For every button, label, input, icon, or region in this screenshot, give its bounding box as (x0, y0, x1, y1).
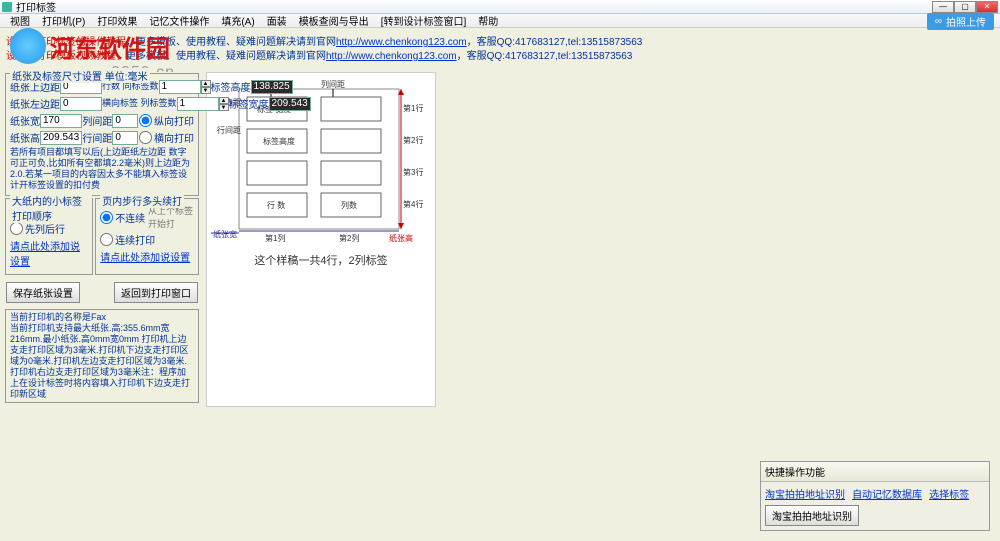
svg-text:第1行: 第1行 (403, 103, 423, 113)
paper-label-size-group: 纸张及标签尺寸设置 单位:毫米 纸张上边距 行数 同标签数 ▲▼ 标签高度 纸张… (5, 73, 199, 196)
svg-text:第1列: 第1列 (265, 233, 285, 243)
maximize-button[interactable]: ▢ (954, 1, 976, 13)
svg-text:纸张宽: 纸张宽 (213, 229, 237, 239)
row-gap-input[interactable] (112, 131, 138, 145)
menu-print-effect[interactable]: 打印效果 (91, 13, 143, 28)
svg-text:第4行: 第4行 (403, 199, 423, 209)
paper-width-input[interactable] (40, 114, 82, 128)
svg-text:纸张高: 纸张高 (389, 233, 413, 243)
menu-memory-file[interactable]: 记忆文件操作 (143, 13, 215, 28)
col-gap-input[interactable] (112, 114, 138, 128)
rows-down[interactable]: ▼ (201, 87, 211, 94)
svg-text:列间距: 列间距 (321, 79, 345, 89)
svg-text:标签高度: 标签高度 (263, 136, 295, 146)
rows-input[interactable] (159, 80, 201, 94)
svg-text:第3行: 第3行 (403, 167, 423, 177)
quick-link-taobao[interactable]: 淘宝拍拍地址识别 (765, 490, 845, 501)
svg-text:列数: 列数 (341, 200, 357, 210)
paper-height-input[interactable] (40, 131, 82, 145)
paper-left-margin-input[interactable] (60, 97, 102, 111)
portrait-radio[interactable] (139, 114, 152, 127)
menu-template-export[interactable]: 模板查阅与导出 (293, 13, 375, 28)
landscape-radio[interactable] (139, 131, 152, 144)
order-settings-link[interactable]: 请点此处添加说设置 (10, 238, 88, 268)
svg-text:第2行: 第2行 (403, 135, 423, 145)
menu-goto-design[interactable]: [转到设计标签窗口] (375, 13, 473, 28)
quick-taobao-button[interactable]: 淘宝拍拍地址识别 (765, 505, 859, 526)
share-icon: ∞ (935, 16, 942, 27)
window-title: 打印标签 (16, 0, 56, 14)
tag-width-input[interactable] (269, 97, 311, 111)
return-print-window-button[interactable]: 返回到打印窗口 (114, 282, 198, 303)
menu-help[interactable]: 帮助 (472, 13, 504, 28)
quick-panel-title: 快捷操作功能 (761, 462, 989, 482)
close-button[interactable]: ✕ (976, 1, 998, 13)
no-continue-radio[interactable] (100, 211, 113, 224)
tag-height-input[interactable] (251, 80, 293, 94)
cols-up[interactable]: ▲ (219, 97, 229, 104)
rows-up[interactable]: ▲ (201, 80, 211, 87)
menu-view[interactable]: 视图 (4, 13, 36, 28)
menu-face[interactable]: 面装 (261, 13, 293, 28)
quick-actions-panel: 快捷操作功能 淘宝拍拍地址识别 自动记忆数据库 选择标签 淘宝拍拍地址识别 (760, 461, 990, 531)
cols-input[interactable] (177, 97, 219, 111)
cols-down[interactable]: ▼ (219, 104, 229, 111)
official-link-1[interactable]: http://www.chenkong123.com (336, 37, 467, 48)
order-col-first-radio[interactable] (10, 222, 23, 235)
quick-link-memory-db[interactable]: 自动记忆数据库 (852, 490, 922, 501)
print-order-group: 大纸内的小标签打印顺序 先行后列 先列后行 请点此处添加说设置 (5, 198, 93, 275)
menu-fill[interactable]: 填充(A) (215, 13, 260, 28)
svg-text:行 数: 行 数 (267, 200, 285, 210)
printer-info-box: 当前打印机的名称是Fax 当前打印机支持最大纸张.高:355.6mm宽216mm… (5, 309, 199, 403)
quick-link-select-label[interactable]: 选择标签 (929, 490, 969, 501)
menu-printer[interactable]: 打印机(P) (36, 13, 91, 28)
layout-diagram: 纸张宽 左边距 列间距 上边距 行间距 标签 宽度 标签高度 行 数 列数 第1… (206, 72, 436, 407)
svg-text:行间距: 行间距 (217, 125, 241, 135)
upload-photo-button[interactable]: ∞ 拍照上传 (927, 13, 994, 30)
app-icon (2, 2, 12, 12)
continue-print-group: 页内步行多头续打 不连续 从上个标签开始打 连续打印 请点此处添加说设置 (95, 198, 199, 275)
svg-text:第2列: 第2列 (339, 233, 359, 243)
continue-radio[interactable] (100, 233, 113, 246)
save-paper-settings-button[interactable]: 保存纸张设置 (6, 282, 80, 303)
size-note: 若所有项目都填写以后(上边距纸左边距 数字可正可负,比如所有空都填2.2毫米)则… (10, 147, 194, 191)
help-text: 设计、打印标签的操作教程，更多模板、使用教程、疑难问题解决请到官网http://… (6, 36, 642, 64)
minimize-button[interactable]: — (932, 1, 954, 13)
diagram-caption: 这个样稿一共4行，2列标签 (211, 252, 431, 268)
continue-settings-link[interactable]: 请点此处添加说设置 (100, 249, 190, 264)
official-link-2[interactable]: http://www.chenkong123.com (326, 51, 457, 62)
